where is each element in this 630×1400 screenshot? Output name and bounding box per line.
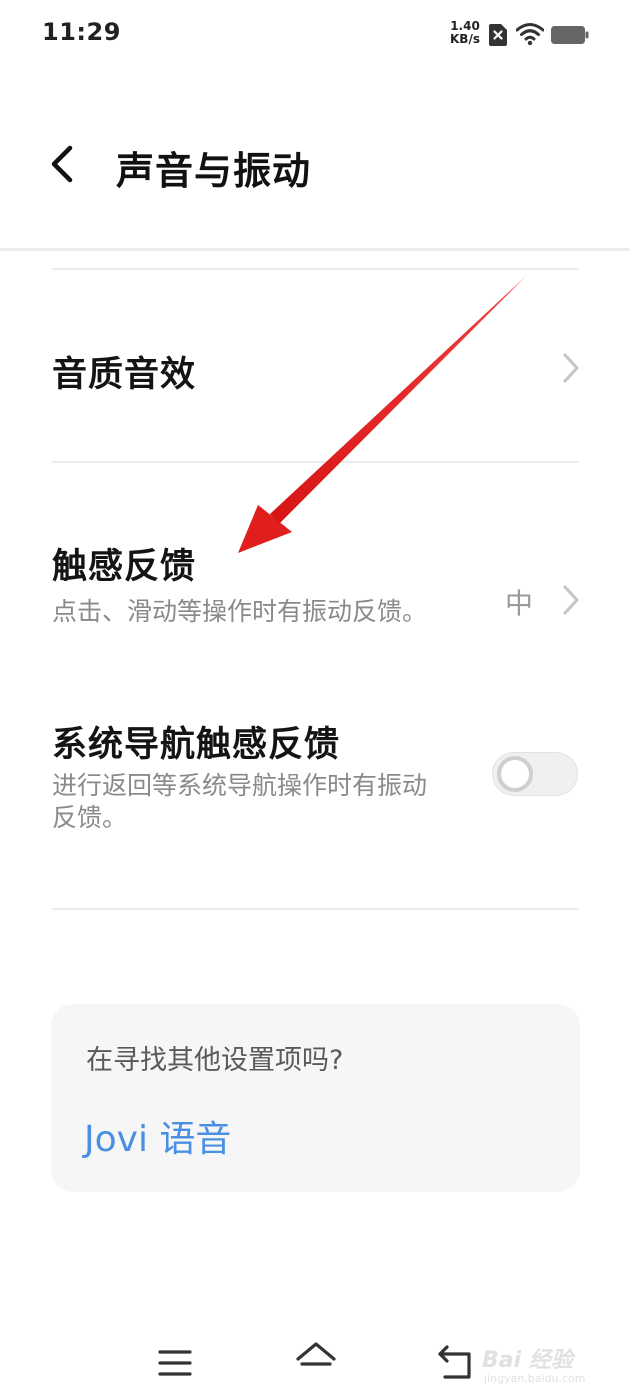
home-icon[interactable] xyxy=(295,1340,337,1380)
wifi-icon xyxy=(516,23,544,46)
search-suggestion-card: 在寻找其他设置项吗? Jovi 语音 xyxy=(51,1004,580,1192)
divider xyxy=(52,908,579,910)
chevron-right-icon xyxy=(563,353,579,383)
setting-description-nav-haptic-feedback: 进行返回等系统导航操作时有振动反馈。 xyxy=(52,771,428,832)
setting-title-sound-quality: 音质音效 xyxy=(52,355,197,395)
search-suggestion-question: 在寻找其他设置项吗? xyxy=(86,1045,344,1076)
setting-description-haptic-feedback: 点击、滑动等操作时有振动反馈。 xyxy=(52,597,428,626)
watermark-text: Bai 经验 xyxy=(482,1348,573,1373)
watermark: Bai 经验 jingyan.baidu.com xyxy=(478,1328,620,1388)
toggle-knob xyxy=(497,756,533,792)
divider xyxy=(52,268,579,270)
page-title: 声音与振动 xyxy=(116,149,312,193)
watermark-subtext: jingyan.baidu.com xyxy=(484,1372,586,1385)
setting-title-nav-haptic-feedback: 系统导航触感反馈 xyxy=(52,725,341,765)
back-icon[interactable] xyxy=(40,142,80,186)
setting-title-haptic-feedback: 触感反馈 xyxy=(52,547,197,587)
header-divider xyxy=(0,248,630,251)
chevron-right-icon xyxy=(563,585,579,615)
menu-icon[interactable] xyxy=(158,1345,192,1381)
network-speed-unit: KB/s xyxy=(450,32,480,46)
status-time: 11:29 xyxy=(42,18,121,46)
battery-icon xyxy=(551,26,589,44)
setting-value-haptic-feedback: 中 xyxy=(505,587,534,620)
sim-icon xyxy=(489,24,507,46)
divider xyxy=(52,461,579,463)
network-speed: 1.40 KB/s xyxy=(447,20,483,46)
jovi-voice-link[interactable]: Jovi 语音 xyxy=(84,1110,231,1162)
nav-haptic-feedback-toggle[interactable] xyxy=(492,752,578,796)
back-nav-icon[interactable] xyxy=(437,1343,473,1381)
